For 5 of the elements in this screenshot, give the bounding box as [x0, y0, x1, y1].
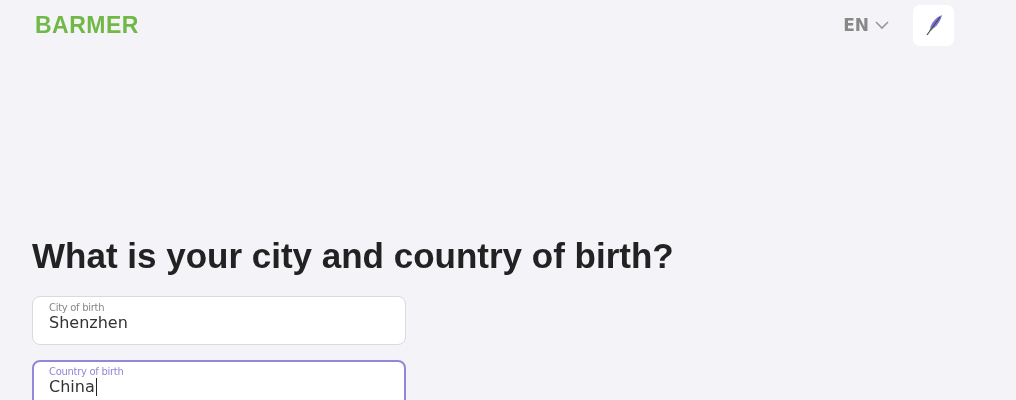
input-field[interactable]: Country of birth China [32, 360, 406, 400]
feather-button[interactable] [913, 4, 954, 46]
question-heading: What is your city and country of birth? [32, 236, 675, 276]
chevron-down-icon [875, 20, 889, 30]
input-field[interactable]: City of birth Shenzhen [32, 296, 406, 345]
